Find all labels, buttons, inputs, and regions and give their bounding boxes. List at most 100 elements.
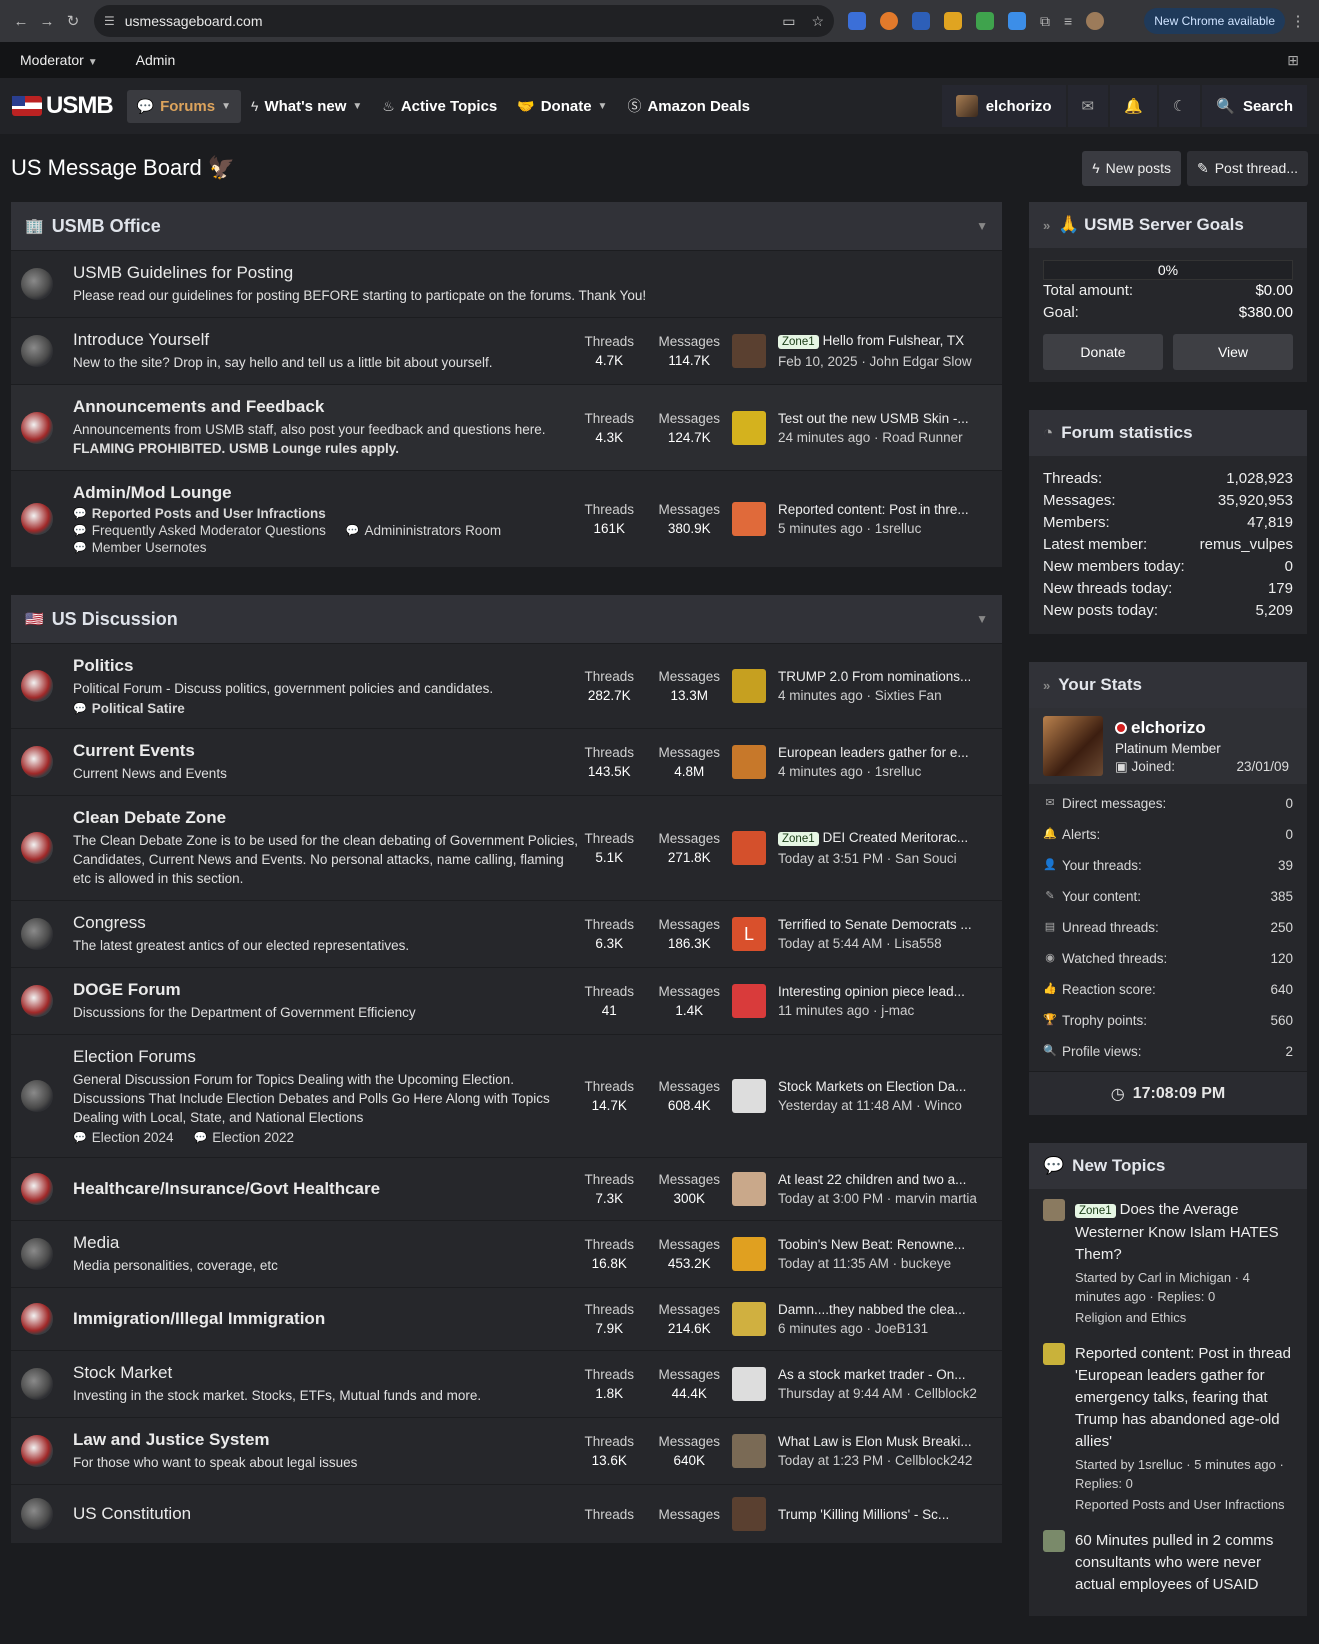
last-post-meta[interactable]: 24 minutes ago · Road Runner [778,428,988,447]
avatar[interactable]: L [732,917,766,951]
your-stat-row[interactable]: 👍 Reaction score: 640 [1043,974,1293,1005]
avatar[interactable] [732,1172,766,1206]
menu-kebab-icon[interactable]: ⋮ [1285,12,1311,30]
last-post-title[interactable]: Interesting opinion piece lead... [778,982,988,1001]
cast-icon[interactable]: ▭ [782,13,795,30]
node-title[interactable]: Congress [73,913,580,933]
your-stat-row[interactable]: ◉ Watched threads: 120 [1043,943,1293,974]
last-post-meta[interactable]: Yesterday at 11:48 AM · Winco [778,1096,988,1115]
last-post-meta[interactable]: 4 minutes ago · 1srelluc [778,762,988,781]
back-icon[interactable]: ← [8,13,34,30]
last-post-title[interactable]: What Law is Elon Musk Breaki... [778,1432,988,1451]
last-post-meta[interactable]: 4 minutes ago · Sixties Fan [778,686,988,705]
reading-list-icon[interactable]: ≡ [1064,13,1072,29]
node-title[interactable]: Immigration/Illegal Immigration [73,1309,580,1329]
last-post-title[interactable]: Toobin's New Beat: Renowne... [778,1235,988,1254]
your-stat-row[interactable]: 👤 Your threads: 39 [1043,850,1293,881]
account-menu[interactable]: elchorizo [941,85,1066,127]
search-button[interactable]: 🔍 Search [1202,85,1307,127]
your-stat-row[interactable]: ▤ Unread threads: 250 [1043,912,1293,943]
node-title[interactable]: US Constitution [73,1504,580,1524]
avatar[interactable] [732,502,766,536]
chevron-down-icon[interactable]: ▼ [598,101,608,112]
bell-icon[interactable]: 🔔 [1110,85,1157,127]
extension-icon[interactable] [1008,12,1026,30]
last-post-title[interactable]: Reported content: Post in thre... [778,500,988,519]
subforum-link[interactable]: 💬 Admininistrators Room [346,523,501,538]
avatar[interactable] [732,410,766,445]
your-stat-row[interactable]: 🏆 Trophy points: 560 [1043,1005,1293,1036]
post-thread-button[interactable]: ✎ Post thread... [1186,150,1308,186]
profile-avatar[interactable] [1086,12,1105,30]
chevrons-right-icon[interactable]: » [1043,678,1050,693]
last-post-title[interactable]: Zone1 DEI Created Meritorac... [778,828,988,849]
node-title[interactable]: Election Forums [73,1047,580,1067]
your-stat-row[interactable]: ✎ Your content: 385 [1043,881,1293,912]
avatar[interactable] [1043,1343,1065,1365]
node-title[interactable]: Healthcare/Insurance/Govt Healthcare [73,1179,580,1199]
node-title[interactable]: Clean Debate Zone [73,808,580,828]
your-stat-row[interactable]: 🔔 Alerts: 0 [1043,819,1293,850]
last-post-meta[interactable]: Today at 3:51 PM · San Souci [778,849,988,868]
last-post-meta[interactable]: 6 minutes ago · JoeB131 [778,1319,988,1338]
your-stat-row[interactable]: 🔍 Profile views: 2 [1043,1036,1293,1067]
category-title[interactable]: USMB Office [52,216,161,237]
node-title[interactable]: Law and Justice System [73,1430,580,1450]
collapse-icon[interactable]: ▼ [976,219,988,233]
avatar[interactable] [732,1367,766,1401]
nav-forums[interactable]: 💬 Forums ▼ [126,89,242,123]
last-post-title[interactable]: At least 22 children and two a... [778,1170,988,1189]
avatar[interactable] [732,1497,766,1531]
nav-donate[interactable]: 🤝 Donate ▼ [507,90,617,123]
avatar[interactable] [732,1434,766,1468]
chevrons-right-icon[interactable]: » [1043,218,1050,233]
moon-icon[interactable]: ☾ [1158,85,1201,127]
topic-title[interactable]: Zone1 Does the Average Westerner Know Isl… [1075,1199,1293,1266]
collapse-icon[interactable]: ▼ [976,612,988,626]
node-title[interactable]: Politics [73,656,580,676]
nav-amazon-deals[interactable]: Ⓢ Amazon Deals [617,88,760,124]
last-post-title[interactable]: European leaders gather for e... [778,743,988,762]
avatar[interactable] [732,334,766,368]
category-title[interactable]: US Discussion [52,609,178,630]
reload-icon[interactable]: ↻ [60,12,86,30]
last-post-title[interactable]: TRUMP 2.0 From nominations... [778,667,988,686]
last-post-title[interactable]: Zone1 Hello from Fulshear, TX [778,331,988,352]
node-title[interactable]: Current Events [73,741,580,761]
avatar[interactable] [732,1237,766,1271]
nav-active-topics[interactable]: ♨ Active Topics [372,90,507,123]
avatar[interactable] [1043,716,1103,776]
last-post-title[interactable]: Damn....they nabbed the clea... [778,1300,988,1319]
avatar[interactable] [732,984,766,1018]
last-post-meta[interactable]: Feb 10, 2025 · John Edgar Slow [778,352,988,371]
avatar[interactable] [732,1302,766,1336]
last-post-meta[interactable]: Today at 3:00 PM · marvin martia [778,1189,988,1208]
subforum-link[interactable]: 💬 Frequently Asked Moderator Questions [73,523,326,538]
node-title[interactable]: Media [73,1233,580,1253]
site-logo[interactable]: USMB [12,92,114,120]
avatar[interactable] [732,745,766,779]
last-post-title[interactable]: As a stock market trader - On... [778,1365,988,1384]
last-post-meta[interactable]: 5 minutes ago · 1srelluc [778,519,988,538]
topic-forum[interactable]: Reported Posts and User Infractions [1075,1495,1293,1514]
subforum-link[interactable]: 💬 Election 2024 [73,1130,174,1145]
last-post-title[interactable]: Test out the new USMB Skin -... [778,409,988,428]
topic-forum[interactable]: Religion and Ethics [1075,1308,1293,1327]
sitemap-icon[interactable]: ⊞ [1287,52,1299,69]
node-title[interactable]: DOGE Forum [73,980,580,1000]
extension-icon[interactable] [912,12,930,30]
topic-title[interactable]: Reported content: Post in thread 'Europe… [1075,1343,1293,1453]
last-post-meta[interactable]: 11 minutes ago · j-mac [778,1001,988,1020]
address-bar[interactable]: ☰ usmessageboard.com ▭ ☆ [94,5,834,37]
last-post-title[interactable]: Trump 'Killing Millions' - Sc... [778,1505,988,1524]
bookmark-star-icon[interactable]: ☆ [811,13,824,30]
last-post-meta[interactable]: Today at 1:23 PM · Cellblock242 [778,1451,988,1470]
extension-icon[interactable] [976,12,994,30]
moderator-menu[interactable]: Moderator ▼ [20,52,98,68]
extension-icon[interactable] [880,12,898,30]
inbox-icon[interactable]: ✉ [1067,85,1109,127]
topic-title[interactable]: 60 Minutes pulled in 2 comms consultants… [1075,1530,1293,1596]
profile-name[interactable]: elchorizo [1131,718,1206,738]
admin-link[interactable]: Admin [136,52,176,68]
node-title[interactable]: Introduce Yourself [73,330,580,350]
